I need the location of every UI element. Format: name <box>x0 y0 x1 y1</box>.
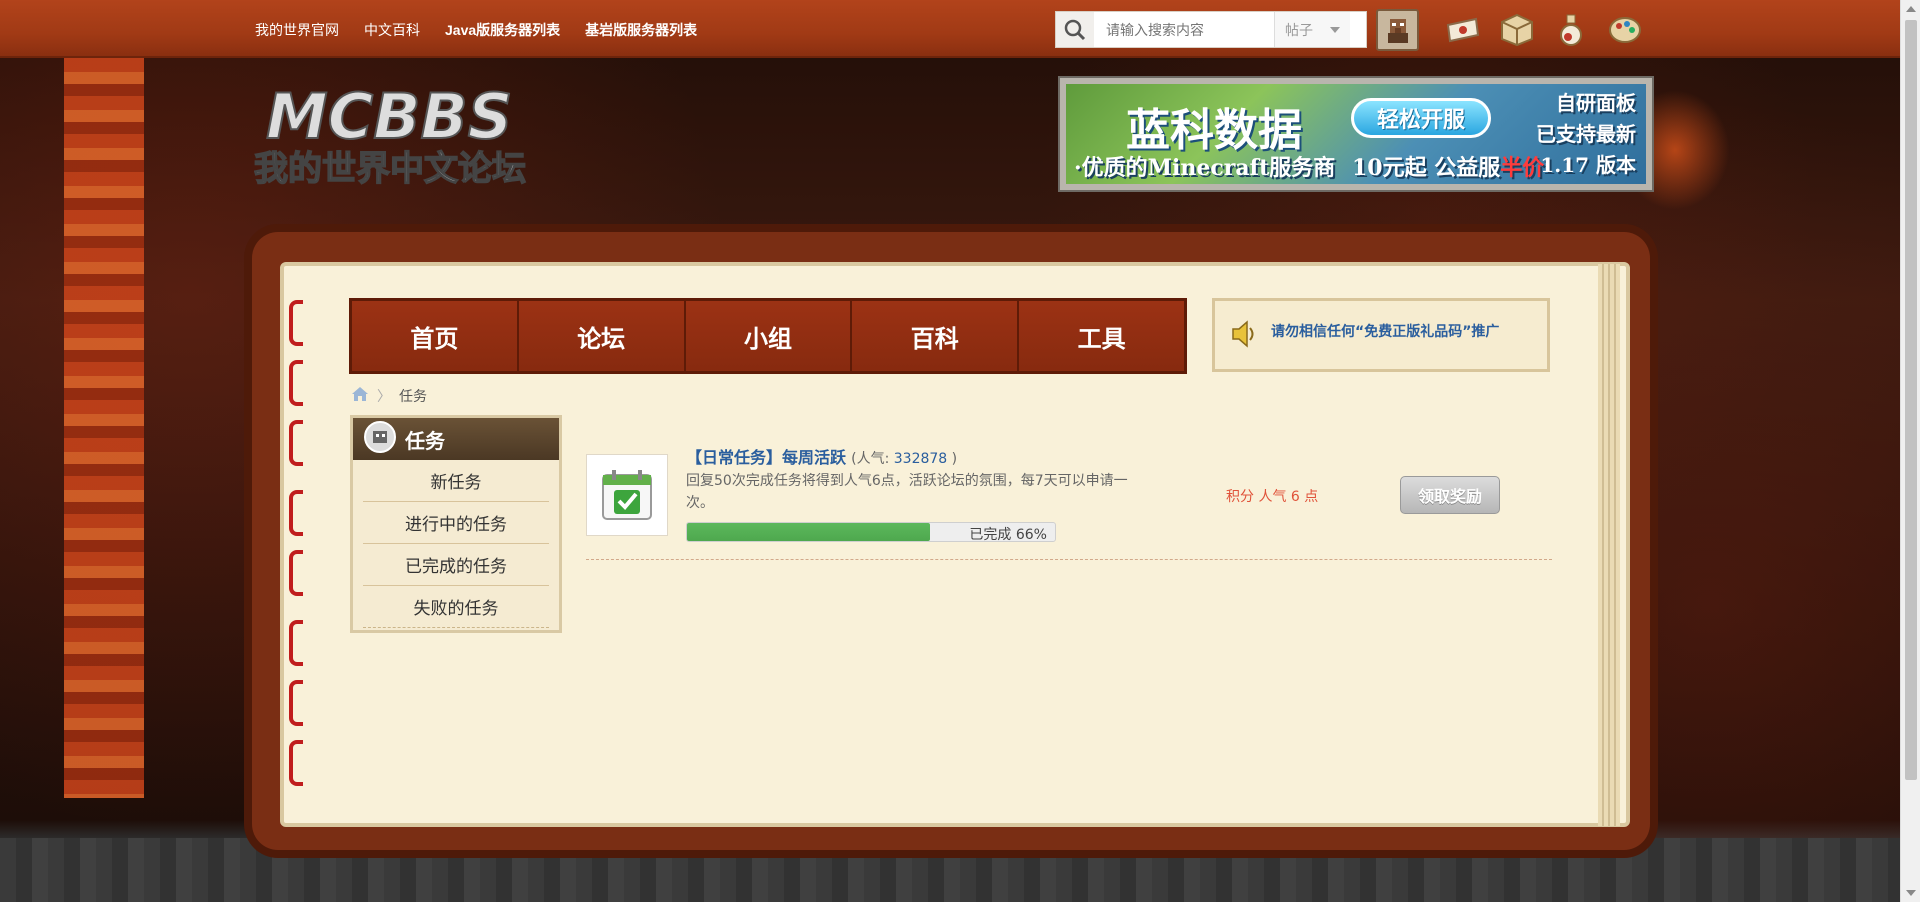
speaker-icon <box>1229 319 1259 353</box>
ad-feature-1: 自研面板 <box>1556 91 1636 115</box>
top-icon-group <box>1443 12 1645 48</box>
spine-ring <box>289 360 303 406</box>
task-popularity-label: (人气: <box>851 451 890 467</box>
spine-ring <box>289 620 303 666</box>
sidebar-item-completed[interactable]: 已完成的任务 <box>363 544 549 586</box>
breadcrumb-separator: 〉 <box>377 389 391 405</box>
message-icon[interactable] <box>1443 12 1483 48</box>
search-type-select[interactable]: 帖子 <box>1274 12 1350 47</box>
breadcrumb: 〉 任务 <box>351 386 427 406</box>
sidebar-header: 任务 <box>353 418 559 460</box>
task-reward: 积分 人气 6 点 <box>1226 489 1319 505</box>
box-icon[interactable] <box>1497 12 1537 48</box>
tab-home[interactable]: 首页 <box>352 301 519 371</box>
notice-box: 请勿相信任何“免费正版礼品码”推广 <box>1212 298 1550 372</box>
tab-forum[interactable]: 论坛 <box>518 301 686 371</box>
tab-group[interactable]: 小组 <box>685 301 853 371</box>
spine-ring <box>289 680 303 726</box>
ad-subtitle: ·优质的Minecraft服务商 <box>1074 155 1336 181</box>
ad-title: 蓝科数据 <box>1126 105 1302 156</box>
breadcrumb-current: 任务 <box>399 389 427 405</box>
page-edge <box>1598 264 1620 826</box>
main-nav: 首页 论坛 小组 百科 工具 <box>349 298 1187 374</box>
svg-text:MCBBS: MCBBS <box>266 80 512 153</box>
avatar[interactable] <box>1376 9 1419 51</box>
link-minecraft-official[interactable]: 我的世界官网 <box>255 20 339 40</box>
search-box: 帖子 <box>1055 11 1367 48</box>
ad-price-text: 10元起 公益服 <box>1352 155 1501 181</box>
task-progress-fill <box>687 523 930 541</box>
link-chinese-wiki[interactable]: 中文百科 <box>364 20 420 40</box>
search-input[interactable] <box>1094 13 1274 46</box>
spine-ring <box>289 550 303 596</box>
potion-icon[interactable] <box>1551 12 1591 48</box>
claim-reward-button[interactable]: 领取奖励 <box>1400 476 1500 514</box>
tab-tools[interactable]: 工具 <box>1019 301 1184 371</box>
link-java-server-list[interactable]: Java版服务器列表 <box>445 20 560 40</box>
task-row: 【日常任务】每周活跃 (人气: 332878 ) 回复50次完成任务将得到人气6… <box>586 440 1552 560</box>
ad-feature-3: 1.17 版本 <box>1540 153 1636 177</box>
chevron-down-icon <box>1330 27 1340 33</box>
link-bedrock-server-list[interactable]: 基岩版服务器列表 <box>585 20 697 40</box>
task-progress-bar: 已完成 66% <box>686 522 1056 543</box>
tab-wiki[interactable]: 百科 <box>852 301 1020 371</box>
scroll-down-icon[interactable] <box>1906 890 1916 896</box>
ad-price: 10元起 公益服半价 <box>1352 150 1544 182</box>
sidebar-item-new[interactable]: 新任务 <box>363 460 549 502</box>
home-icon[interactable] <box>351 386 369 406</box>
calendar-check-icon <box>586 454 668 536</box>
task-title: 【日常任务】每周活跃 (人气: 332878 ) <box>686 444 957 468</box>
task-popularity-value: 332878 <box>893 451 948 467</box>
scrollbar[interactable] <box>1900 0 1920 902</box>
spine-ring <box>289 300 303 346</box>
ad-banner[interactable]: 蓝科数据 轻松开服 ·优质的Minecraft服务商 10元起 公益服半价 自研… <box>1058 76 1654 192</box>
ad-feature-2: 已支持最新 <box>1536 122 1636 146</box>
task-progress-text: 已完成 66% <box>969 527 1047 543</box>
task-sidebar: 任务 新任务 进行中的任务 已完成的任务 失败的任务 <box>350 415 562 633</box>
site-logo[interactable]: MCBBS 我的世界中文论坛 <box>253 79 584 190</box>
spine-ring <box>289 420 303 466</box>
notice-text[interactable]: 请勿相信任何“免费正版礼品码”推广 <box>1271 321 1499 341</box>
sidebar-title: 任务 <box>405 428 445 453</box>
spine-ring <box>289 490 303 536</box>
search-icon[interactable] <box>1056 12 1094 47</box>
ad-features: 自研面板 已支持最新 1.17 版本 <box>1536 88 1636 181</box>
spine-ring <box>289 740 303 786</box>
task-popularity-close: ) <box>951 451 958 467</box>
palette-icon[interactable] <box>1605 12 1645 48</box>
scroll-up-icon[interactable] <box>1906 6 1916 12</box>
task-name-link[interactable]: 【日常任务】每周活跃 <box>686 448 846 467</box>
book-spine <box>285 290 311 800</box>
svg-text:我的世界中文论坛: 我的世界中文论坛 <box>254 149 526 189</box>
search-type-label: 帖子 <box>1285 22 1313 39</box>
lava-column <box>64 58 144 798</box>
sidebar-item-failed[interactable]: 失败的任务 <box>363 586 549 628</box>
top-nav-bar: 我的世界官网 中文百科 Java版服务器列表 基岩版服务器列表 帖子 <box>0 0 1900 58</box>
sidebar-item-in-progress[interactable]: 进行中的任务 <box>363 502 549 544</box>
ad-cta-button[interactable]: 轻松开服 <box>1351 98 1491 138</box>
top-links: 我的世界官网 中文百科 Java版服务器列表 基岩版服务器列表 <box>255 20 697 40</box>
task-description: 回复50次完成任务将得到人气6点，活跃论坛的氛围，每7天可以申请一次。 <box>686 473 1128 511</box>
scrollbar-thumb[interactable] <box>1905 20 1917 780</box>
task-badge-icon <box>363 420 397 459</box>
task-popularity: (人气: 332878 ) <box>851 451 957 467</box>
